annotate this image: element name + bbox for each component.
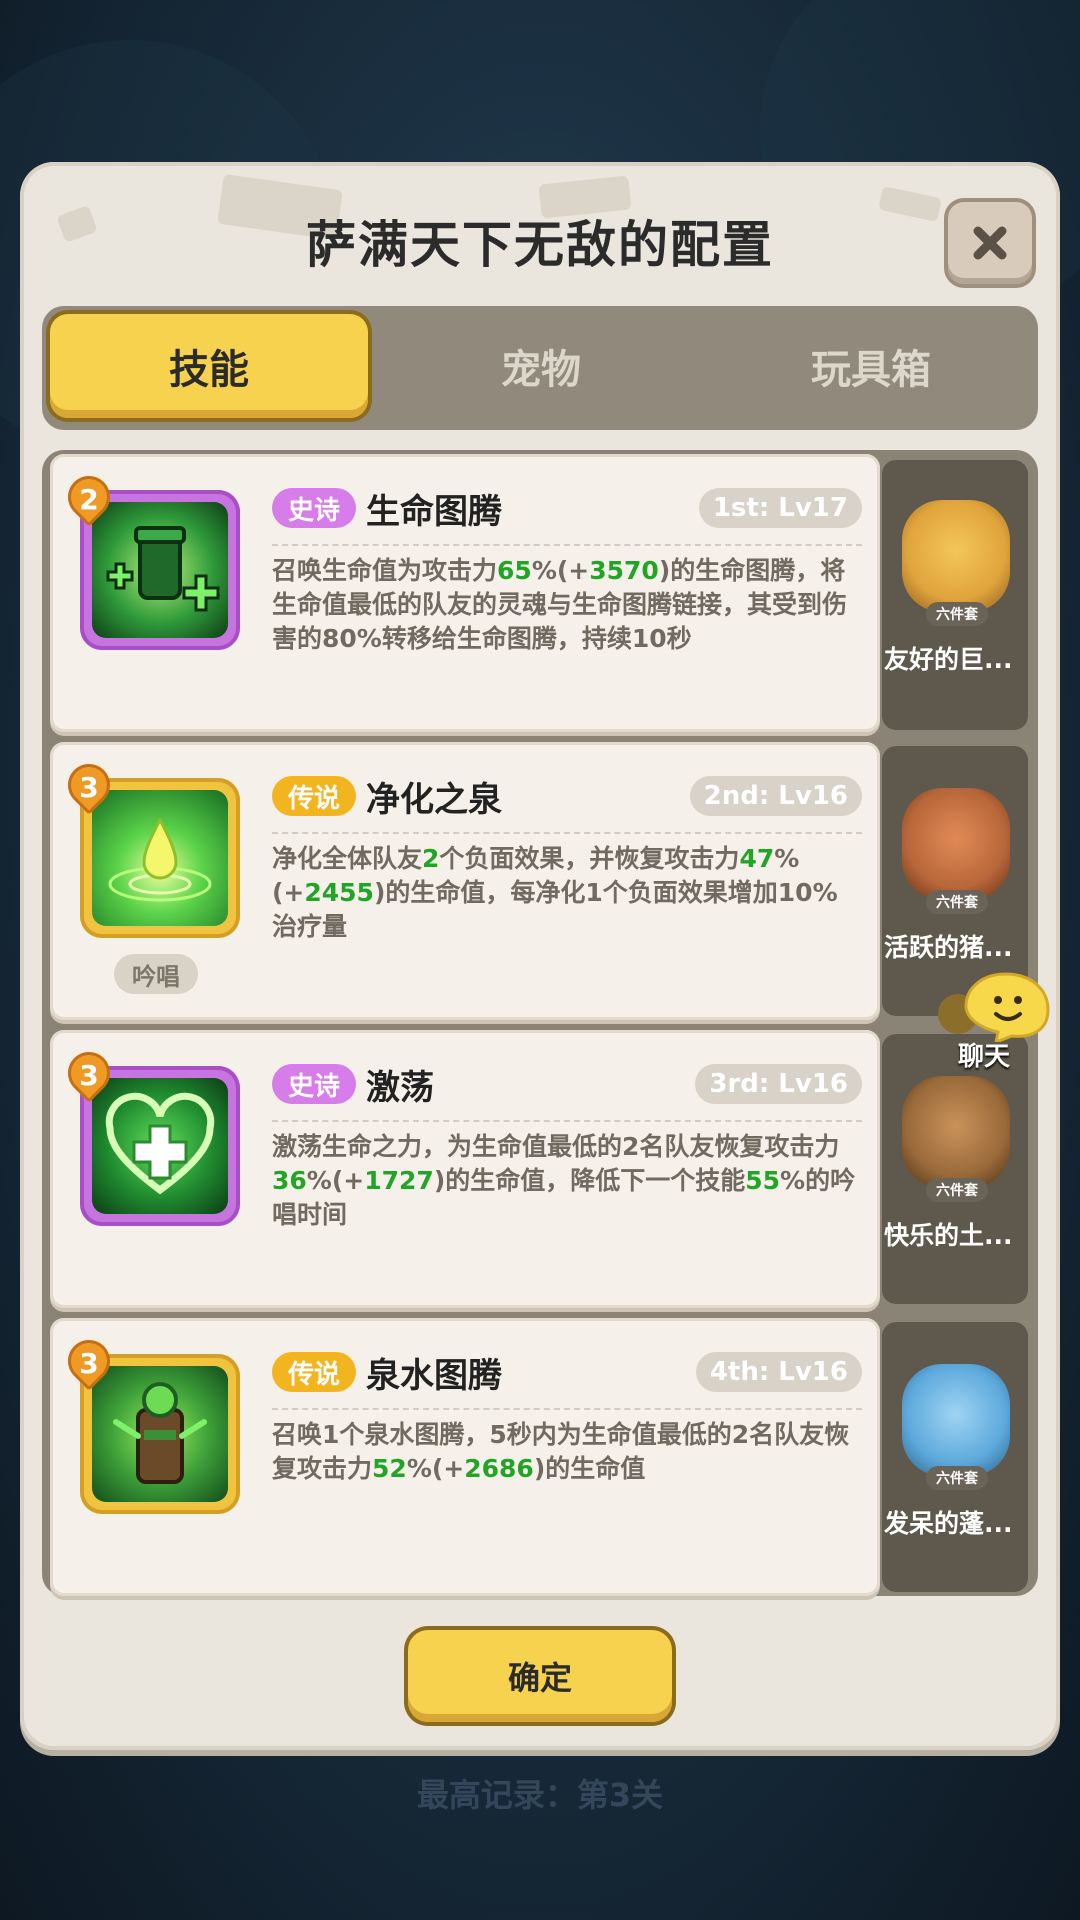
pet-slot[interactable]: 六件套 友好的巨... xyxy=(882,472,1028,722)
skill-description: 净化全体队友2个负面效果，并恢复攻击力47%(+2455)的生命值，每净化1个负… xyxy=(272,842,862,944)
set-tag: 六件套 xyxy=(926,890,988,914)
tab-bar: 技能 宠物 玩具箱 xyxy=(42,306,1038,430)
pet-name: 快乐的土... xyxy=(884,1221,1013,1250)
description-text: %(+ xyxy=(531,556,590,585)
skill-name: 激荡 xyxy=(366,1068,434,1108)
tab-label: 玩具箱 xyxy=(811,347,931,393)
set-tag: 六件套 xyxy=(926,602,988,626)
divider xyxy=(272,832,862,834)
set-tag: 六件套 xyxy=(926,1178,988,1202)
description-text: )的生命值 xyxy=(533,1454,646,1483)
purify-spring-icon xyxy=(92,790,228,926)
highlight-value: 52 xyxy=(372,1454,407,1483)
rarity-badge: 传说 xyxy=(272,1352,356,1392)
description-text: 个负面效果，并恢复攻击力 xyxy=(439,844,740,873)
tab-label: 技能 xyxy=(169,347,249,393)
tab-label: 宠物 xyxy=(501,347,581,393)
skill-description: 激荡生命之力，为生命值最低的2名队友恢复攻击力 36%(+1727)的生命值，降低… xyxy=(272,1130,862,1232)
pet-name: 发呆的蓬... xyxy=(884,1509,1013,1538)
highlight-value: 65 xyxy=(497,556,532,585)
chat-label: 聊天 xyxy=(958,1042,1011,1072)
chat-bubble-icon xyxy=(938,972,1050,1045)
dialog-title: 萨满天下无敌的配置 xyxy=(306,216,774,274)
skill-name: 生命图腾 xyxy=(366,492,502,532)
description-text: 激荡生命之力，为生命值最低的2名队友恢复攻击力 xyxy=(272,1132,840,1161)
divider xyxy=(272,1408,862,1410)
highlight-value: 47 xyxy=(739,844,775,873)
skill-card[interactable]: 3 传说 泉水图腾 4th: Lv16 召唤1个泉水图腾，5秒内为生命值最低的2… xyxy=(50,1318,880,1596)
highlight-value: 2686 xyxy=(464,1454,534,1483)
chant-tag: 吟唱 xyxy=(114,954,198,994)
rarity-badge: 传说 xyxy=(272,776,356,816)
skill-rank: 1st: Lv17 xyxy=(698,488,862,528)
highlight-value: 1727 xyxy=(364,1166,434,1195)
skill-description: 召唤生命值为攻击力65%(+3570)的生命图腾，将生命值最低的队友的灵魂与生命… xyxy=(272,554,862,656)
highlight-value: 2 xyxy=(422,844,440,873)
skill-card[interactable]: 3 史诗 激荡 3rd: Lv16 激荡生命之力，为生命值最低的2名队友恢复攻击… xyxy=(50,1030,880,1308)
skill-name: 净化之泉 xyxy=(366,780,502,820)
description-text: )的生命值，降低下一个技能 xyxy=(433,1166,746,1195)
heart-heal-icon xyxy=(92,1078,228,1214)
groundhog-pet-icon xyxy=(902,1076,1010,1188)
skill-rank: 4th: Lv16 xyxy=(695,1352,862,1392)
pet-name: 友好的巨... xyxy=(884,645,1013,674)
skill-rank: 3rd: Lv16 xyxy=(695,1064,862,1104)
pet-name: 活跃的猪... xyxy=(884,933,1013,962)
description-text: %(+ xyxy=(406,1454,465,1483)
tab-pets[interactable]: 宠物 xyxy=(382,314,700,418)
divider xyxy=(272,1120,862,1122)
skill-description: 召唤1个泉水图腾，5秒内为生命值最低的2名队友恢复攻击力52%(+2686)的生… xyxy=(272,1418,862,1486)
highlight-value: 2455 xyxy=(304,878,374,907)
description-text: 净化全体队友 xyxy=(272,844,423,873)
skill-level: 3 xyxy=(79,770,99,804)
tab-toybox[interactable]: 玩具箱 xyxy=(712,314,1030,418)
spring-totem-icon xyxy=(92,1366,228,1502)
divider xyxy=(272,544,862,546)
pet-slot[interactable]: 六件套 发呆的蓬... xyxy=(882,1336,1028,1586)
boar-pet-icon xyxy=(902,788,1010,900)
skill-card[interactable]: 3 吟唱 传说 净化之泉 2nd: Lv16 净化全体队友2个负面效果，并恢复攻… xyxy=(50,742,880,1020)
highlight-value: 36 xyxy=(272,1166,307,1195)
life-totem-icon xyxy=(92,502,228,638)
skill-name: 泉水图腾 xyxy=(366,1356,502,1396)
skill-level: 3 xyxy=(79,1346,99,1380)
confirm-button[interactable]: 确定 xyxy=(408,1630,672,1722)
sheep-pet-icon xyxy=(902,1364,1010,1476)
tab-skills[interactable]: 技能 xyxy=(50,314,368,418)
skill-rank: 2nd: Lv16 xyxy=(689,776,862,816)
rarity-badge: 史诗 xyxy=(272,1064,356,1104)
best-record-text: 最高记录：第3关 xyxy=(416,1776,664,1814)
close-button[interactable] xyxy=(948,202,1032,284)
description-text: 召唤生命值为攻击力 xyxy=(272,556,498,585)
win-robot-pet-icon xyxy=(902,500,1010,612)
set-tag: 六件套 xyxy=(926,1466,988,1490)
skill-card[interactable]: 2 史诗 生命图腾 1st: Lv17 召唤生命值为攻击力65%(+3570)的… xyxy=(50,454,880,732)
highlight-value: 3570 xyxy=(589,556,659,585)
skill-level: 2 xyxy=(79,482,99,516)
close-icon xyxy=(973,226,1007,260)
rarity-badge: 史诗 xyxy=(272,488,356,528)
description-text: %(+ xyxy=(306,1166,365,1195)
chat-button[interactable]: 聊天 xyxy=(936,970,1056,1072)
highlight-value: 55 xyxy=(745,1166,781,1195)
skill-level: 3 xyxy=(79,1058,99,1092)
pet-slot[interactable]: 六件套 快乐的土... xyxy=(882,1048,1028,1298)
